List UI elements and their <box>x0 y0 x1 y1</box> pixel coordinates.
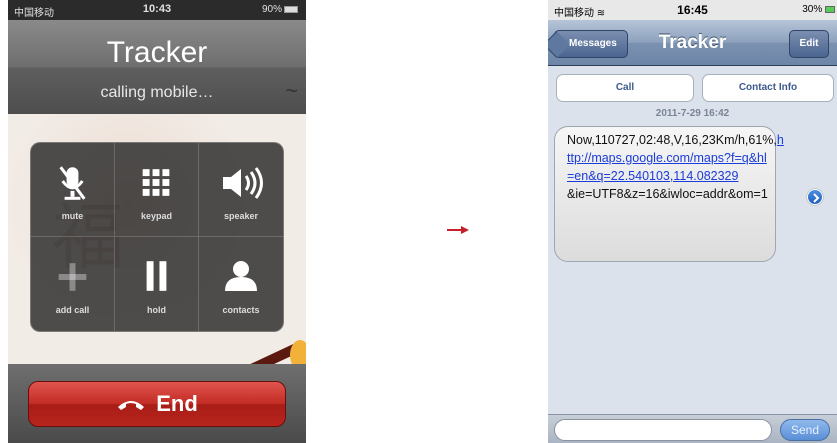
add-call-label: add call <box>55 305 90 315</box>
hold-button[interactable]: hold <box>115 237 199 331</box>
mute-button[interactable]: mute <box>31 143 115 237</box>
speaker-label: speaker <box>223 211 259 221</box>
message-input[interactable] <box>554 419 772 441</box>
status-bar: 中国移动 10:43 90% <box>8 0 306 20</box>
battery-indicator: 30% <box>802 4 835 15</box>
muted-microphone-icon <box>59 166 86 200</box>
hang-up-phone-icon <box>118 401 145 410</box>
brush-stroke-decoration: ~ <box>285 78 298 103</box>
call-header: Tracker calling mobile… ~ <box>8 20 306 114</box>
disclosure-arrow-icon[interactable] <box>807 189 823 205</box>
navigation-bar: Messages Tracker Edit <box>548 20 837 66</box>
end-call-button[interactable]: End <box>28 381 286 427</box>
contact-info-button[interactable]: Contact Info <box>702 74 834 102</box>
call-screen: 中国移动 10:43 90% Tracker calling mobile… ~… <box>8 0 306 443</box>
end-call-label: End <box>156 391 198 416</box>
keypad-button[interactable]: keypad <box>115 143 199 237</box>
person-icon <box>225 261 257 291</box>
message-timestamp: 2011-7-29 16:42 <box>655 108 730 119</box>
pause-icon <box>146 261 167 291</box>
message-text-suffix: &ie=UTF8&z=16&iwloc=addr&om=1 <box>567 187 768 201</box>
edit-button[interactable]: Edit <box>789 30 829 58</box>
plus-icon <box>58 263 87 291</box>
add-call-button[interactable]: add call <box>31 237 115 331</box>
message-bubble: Now,110727,02:48,V,16,23Km/h,61%,http://… <box>554 126 784 262</box>
battery-indicator: 90% <box>262 4 298 15</box>
contacts-label: contacts <box>222 305 260 315</box>
speaker-icon <box>223 167 263 199</box>
mute-label: mute <box>61 211 84 221</box>
status-bar: 中国移动 ≋ 16:45 30% <box>548 0 837 20</box>
speaker-button[interactable]: speaker <box>199 143 283 237</box>
battery-icon <box>284 5 298 13</box>
contacts-button[interactable]: contacts <box>199 237 283 331</box>
message-text-prefix: Now,110727,02:48,V,16,23Km/h,61%, <box>567 133 777 147</box>
keypad-grid-icon <box>142 169 170 196</box>
contact-actions: Call Contact Info <box>548 66 837 106</box>
hold-label: hold <box>147 305 166 315</box>
contact-name: Tracker <box>106 36 208 69</box>
call-controls-panel: mute keypad speaker add call hold contac… <box>30 142 284 332</box>
messages-screen: 中国移动 ≋ 16:45 30% Messages Tracker Edit C… <box>548 0 837 443</box>
status-time: 16:45 <box>677 3 708 17</box>
call-status: calling mobile… <box>100 84 214 101</box>
arrow-right-icon <box>447 226 469 234</box>
call-button[interactable]: Call <box>556 74 694 102</box>
keypad-label: keypad <box>140 211 173 221</box>
battery-icon <box>825 5 835 13</box>
compose-bar: Send <box>548 414 837 443</box>
send-button[interactable]: Send <box>780 419 830 441</box>
end-call-bar: End <box>8 364 306 443</box>
